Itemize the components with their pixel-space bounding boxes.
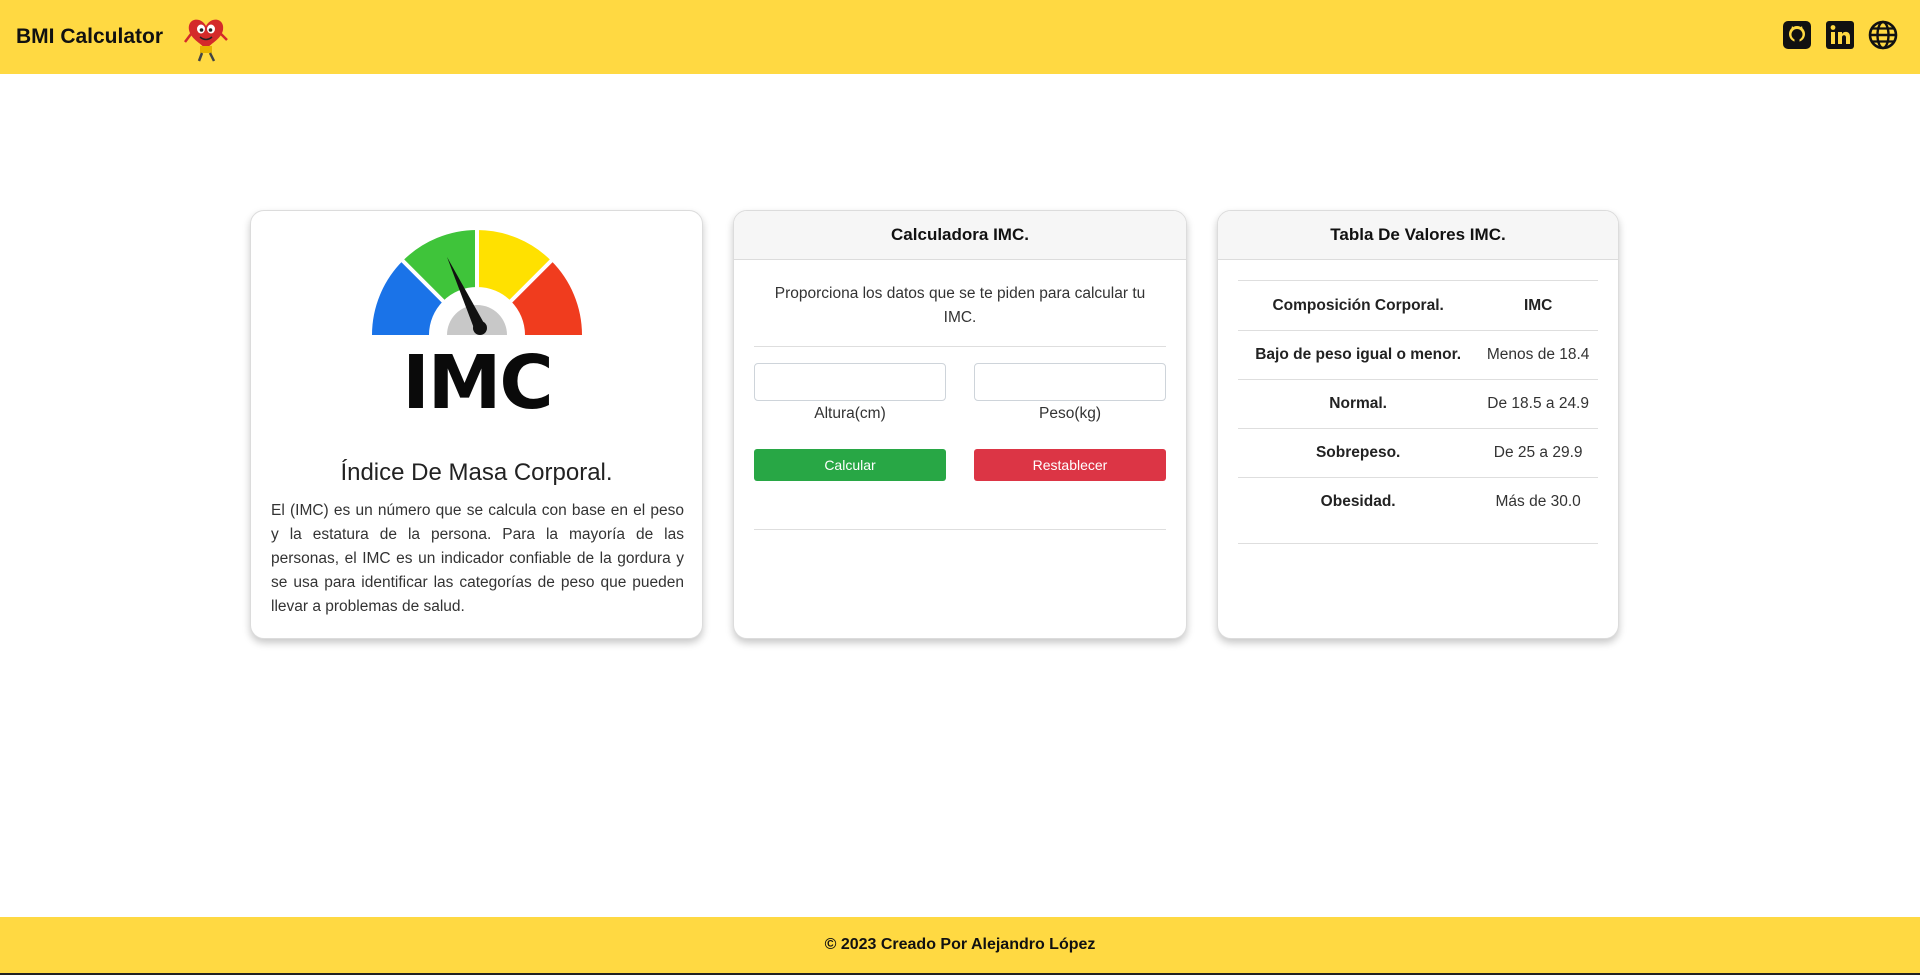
divider xyxy=(754,346,1166,347)
table-row: Obesidad. Más de 30.0 xyxy=(1238,477,1598,527)
value-cell: De 18.5 a 24.9 xyxy=(1478,379,1598,429)
linkedin-icon[interactable] xyxy=(1825,20,1855,50)
value-cell: Más de 30.0 xyxy=(1478,477,1598,527)
footer: © 2023 Creado Por Alejandro López xyxy=(0,917,1920,975)
column-header: Composición Corporal. xyxy=(1238,280,1479,331)
value-cell: Menos de 18.4 xyxy=(1478,330,1598,380)
info-title: Índice De Masa Corporal. xyxy=(340,459,613,486)
category-cell: Bajo de peso igual o menor. xyxy=(1238,330,1479,380)
value-cell: De 25 a 29.9 xyxy=(1478,428,1598,478)
imc-gauge-logo: IMC xyxy=(372,228,582,415)
imc-values-card: Tabla De Valores IMC. Composición Corpor… xyxy=(1217,210,1619,639)
imc-logo-text: IMC xyxy=(402,340,551,415)
height-label: Altura(cm) xyxy=(814,405,886,422)
heart-mascot-logo xyxy=(184,19,228,62)
imc-values-table: Composición Corporal. IMC Bajo de peso i… xyxy=(1238,280,1598,527)
calculator-header: Calculadora IMC. xyxy=(734,211,1186,260)
brand[interactable]: BMI Calculator xyxy=(16,12,229,62)
weight-label: Peso(kg) xyxy=(1038,405,1102,422)
bmi-calculator-card: Calculadora IMC. Proporciona los datos q… xyxy=(733,210,1187,639)
height-field: Altura(cm) xyxy=(754,363,946,423)
calculate-button[interactable]: Calcular xyxy=(754,449,946,481)
imc-info-card: IMC Índice De Masa Corporal. El (IMC) es… xyxy=(250,210,703,639)
weight-field: Peso(kg) xyxy=(974,363,1166,423)
table-row: Sobrepeso. De 25 a 29.9 xyxy=(1238,428,1598,478)
table-header-row: Composición Corporal. IMC xyxy=(1238,280,1598,331)
divider xyxy=(754,529,1166,530)
reset-button[interactable]: Restablecer xyxy=(974,449,1166,481)
category-cell: Obesidad. xyxy=(1238,477,1479,527)
calculator-instructions: Proporciona los datos que se te piden pa… xyxy=(774,285,1146,326)
info-description: El (IMC) es un número que se calcula con… xyxy=(271,502,684,615)
divider xyxy=(1238,542,1598,544)
height-input[interactable] xyxy=(754,363,946,401)
brand-title: BMI Calculator xyxy=(16,25,164,48)
category-cell: Sobrepeso. xyxy=(1238,428,1479,478)
table-row: Bajo de peso igual o menor. Menos de 18.… xyxy=(1238,330,1598,380)
column-header: IMC xyxy=(1478,280,1598,331)
github-icon[interactable] xyxy=(1782,20,1812,50)
values-table-header: Tabla De Valores IMC. xyxy=(1218,211,1618,260)
category-cell: Normal. xyxy=(1238,379,1479,429)
footer-copyright: © 2023 Creado Por Alejandro López xyxy=(824,936,1096,953)
top-navbar: BMI Calculator xyxy=(0,0,1920,74)
social-links xyxy=(1782,20,1898,50)
weight-input[interactable] xyxy=(974,363,1166,401)
table-row: Normal. De 18.5 a 24.9 xyxy=(1238,379,1598,429)
globe-icon[interactable] xyxy=(1868,20,1898,50)
